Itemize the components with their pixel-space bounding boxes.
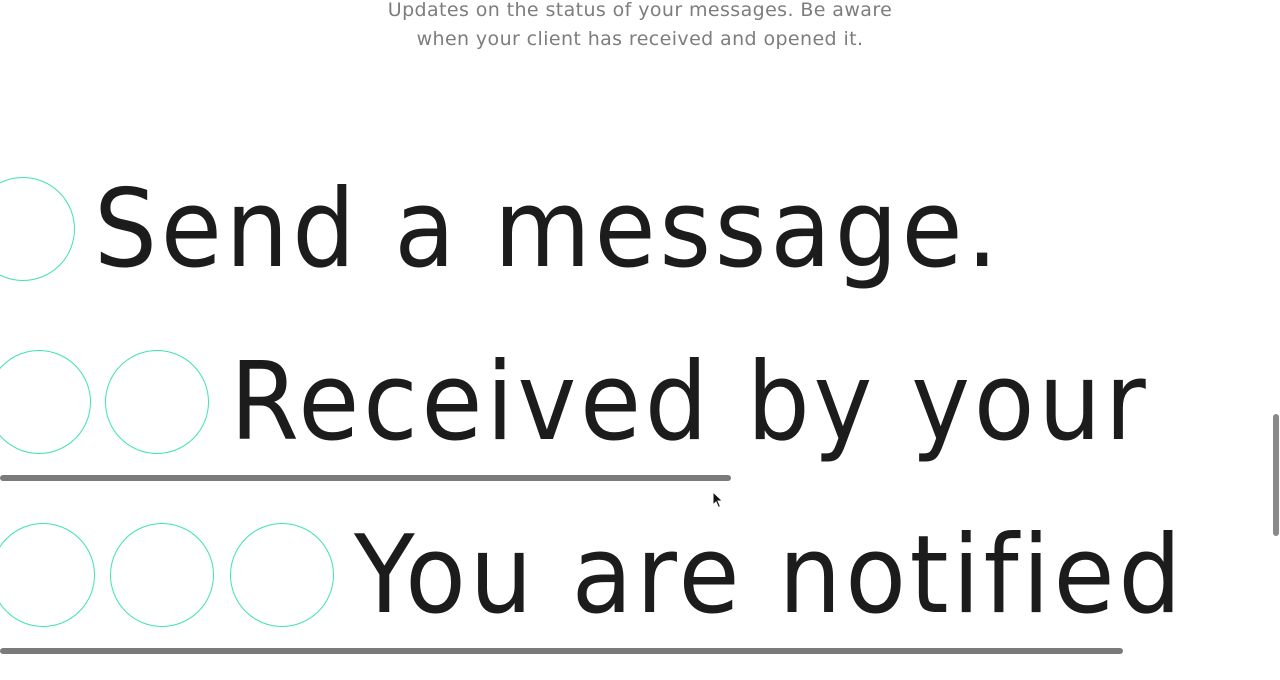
status-circle-icon <box>0 177 75 281</box>
status-circle-icon <box>230 523 334 627</box>
step-label: Send a message. <box>94 167 1002 292</box>
progress-line-notified <box>0 648 1123 654</box>
status-circle-icon <box>110 523 214 627</box>
scrollbar-thumb[interactable] <box>1273 414 1279 536</box>
status-circle-icon <box>0 523 95 627</box>
mouse-pointer-icon <box>712 491 724 509</box>
step-notified: You are notified <box>0 521 1280 631</box>
step-send-message: Send a message. <box>0 175 1280 285</box>
step-received: Received by your <box>0 348 1280 458</box>
section-subtitle: Updates on the status of your messages. … <box>340 0 940 54</box>
subtitle-line-1: Updates on the status of your messages. … <box>387 0 893 21</box>
step-label: You are notified <box>354 513 1186 638</box>
step-label: Received by your <box>230 340 1150 465</box>
subtitle-line-2: when your client has received and opened… <box>416 28 864 50</box>
status-circle-icon <box>105 350 209 454</box>
progress-line-received <box>0 475 731 481</box>
status-circle-icon <box>0 350 91 454</box>
scrollbar[interactable] <box>1272 0 1280 680</box>
